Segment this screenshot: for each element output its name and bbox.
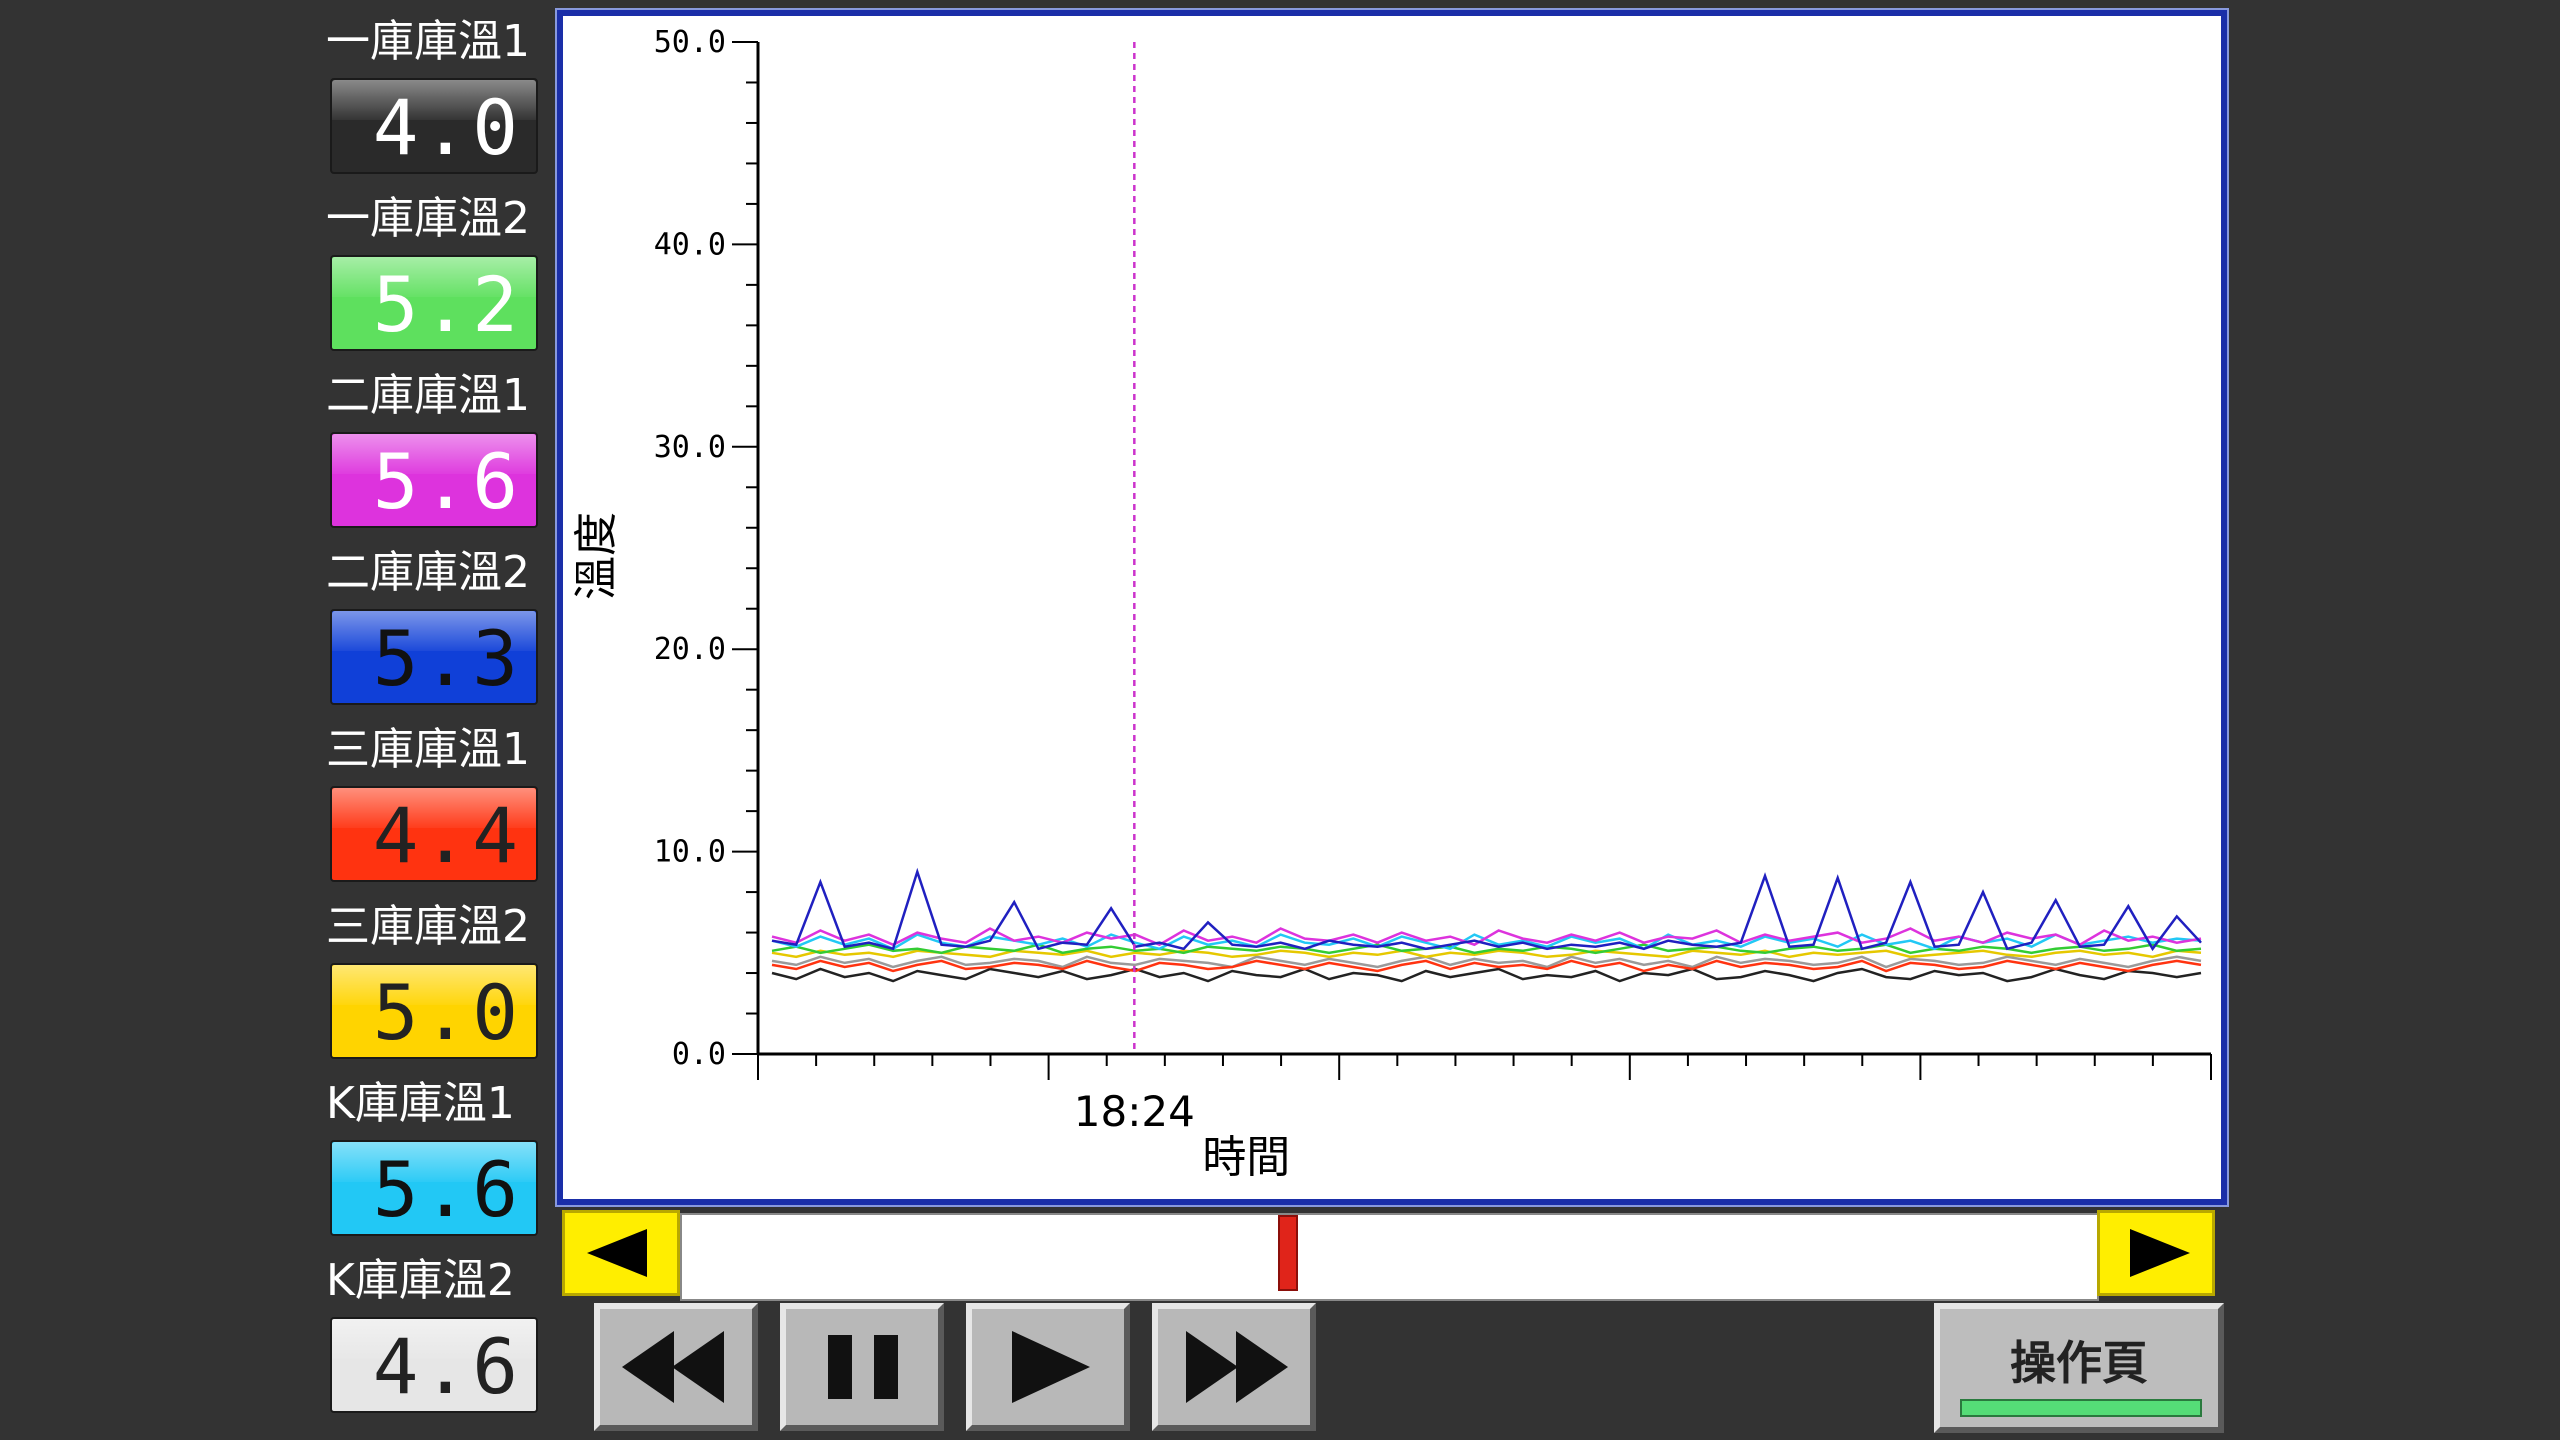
sensor-label: 二庫庫溫1 (326, 370, 530, 421)
sensor-value[interactable]: 4.4 (330, 786, 538, 882)
x-tick-label: 18:24 (1074, 1087, 1195, 1136)
sensor-block: K庫庫溫2 4.6 (320, 1249, 550, 1426)
sensor-label: K庫庫溫1 (326, 1078, 515, 1129)
sensor-value[interactable]: 5.3 (330, 609, 538, 705)
sensor-panel: 一庫庫溫1 4.0 一庫庫溫2 5.2 二庫庫溫1 5.6 二庫庫溫2 5.3 三庫庫溫1 4.4… (320, 10, 550, 1435)
rewind-icon (622, 1331, 724, 1403)
rewind-button[interactable] (594, 1303, 758, 1431)
pause-icon (828, 1335, 898, 1399)
chart-svg: 0.0 10.0 20.0 30.0 40.0 50.0 18:24 時間 溫度 (571, 25, 2212, 1183)
sensor-value[interactable]: 5.2 (330, 255, 538, 351)
y-tick-label: 30.0 (654, 430, 726, 465)
sensor-value[interactable]: 5.6 (330, 1140, 538, 1236)
play-icon (1012, 1331, 1090, 1403)
y-tick-label: 40.0 (654, 227, 726, 262)
sensor-value-text: 5.3 (372, 614, 522, 703)
scroll-right-button[interactable] (2097, 1210, 2215, 1296)
time-scroll-thumb[interactable] (1278, 1215, 1299, 1291)
fast-forward-button[interactable] (1152, 1303, 1316, 1431)
trend-screen: 一庫庫溫1 4.0 一庫庫溫2 5.2 二庫庫溫1 5.6 二庫庫溫2 5.3 三庫庫溫1 4.4… (0, 0, 2560, 1440)
sensor-block: 三庫庫溫1 4.4 (320, 718, 550, 895)
sensor-block: 三庫庫溫2 5.0 (320, 895, 550, 1072)
x-axis (757, 1052, 2212, 1080)
sensor-block: 一庫庫溫1 4.0 (320, 10, 550, 187)
fast-forward-icon (1186, 1331, 1288, 1403)
sensor-block: 一庫庫溫2 5.2 (320, 187, 550, 364)
sensor-value[interactable]: 5.6 (330, 432, 538, 528)
sensor-block: 二庫庫溫1 5.6 (320, 364, 550, 541)
sensor-label: 一庫庫溫2 (326, 193, 530, 244)
sensor-value[interactable]: 4.6 (330, 1317, 538, 1413)
series-line (771, 967, 2202, 983)
sensor-block: K庫庫溫1 5.6 (320, 1072, 550, 1249)
y-axis: 0.0 10.0 20.0 30.0 40.0 50.0 (654, 25, 760, 1072)
y-axis-title: 溫度 (571, 512, 622, 600)
sensor-block: 二庫庫溫2 5.3 (320, 541, 550, 718)
sensor-label: 二庫庫溫2 (326, 547, 530, 598)
sensor-label: 一庫庫溫1 (326, 16, 530, 67)
sensor-value[interactable]: 4.0 (330, 78, 538, 174)
sensor-label: 三庫庫溫1 (326, 724, 530, 775)
status-indicator (1960, 1399, 2202, 1417)
sensor-value-text: 5.2 (372, 260, 522, 349)
operation-page-button[interactable]: 操作頁 (1934, 1303, 2224, 1433)
operation-page-label: 操作頁 (2010, 1336, 2148, 1390)
sensor-value-text: 5.6 (372, 1145, 522, 1234)
series-lines (771, 867, 2202, 983)
time-scroll-track[interactable] (680, 1213, 2099, 1301)
x-axis-title: 時間 (1202, 1132, 1290, 1183)
y-tick-label: 0.0 (672, 1037, 726, 1072)
sensor-value-text: 4.0 (372, 83, 522, 172)
y-tick-label: 10.0 (654, 835, 726, 870)
left-triangle-icon (587, 1229, 647, 1277)
sensor-label: K庫庫溫2 (326, 1255, 515, 1306)
sensor-value[interactable]: 5.0 (330, 963, 538, 1059)
sensor-value-text: 4.6 (372, 1322, 522, 1411)
y-tick-label: 20.0 (654, 632, 726, 667)
y-tick-label: 50.0 (654, 25, 726, 60)
sensor-value-text: 4.4 (372, 791, 522, 880)
play-button[interactable] (966, 1303, 1130, 1431)
pause-button[interactable] (780, 1303, 944, 1431)
sensor-value-text: 5.6 (372, 437, 522, 526)
sensor-label: 三庫庫溫2 (326, 901, 530, 952)
sensor-value-text: 5.0 (372, 968, 522, 1057)
scroll-left-button[interactable] (562, 1210, 680, 1296)
trend-chart[interactable]: 0.0 10.0 20.0 30.0 40.0 50.0 18:24 時間 溫度 (555, 8, 2229, 1207)
right-triangle-icon (2130, 1229, 2190, 1277)
